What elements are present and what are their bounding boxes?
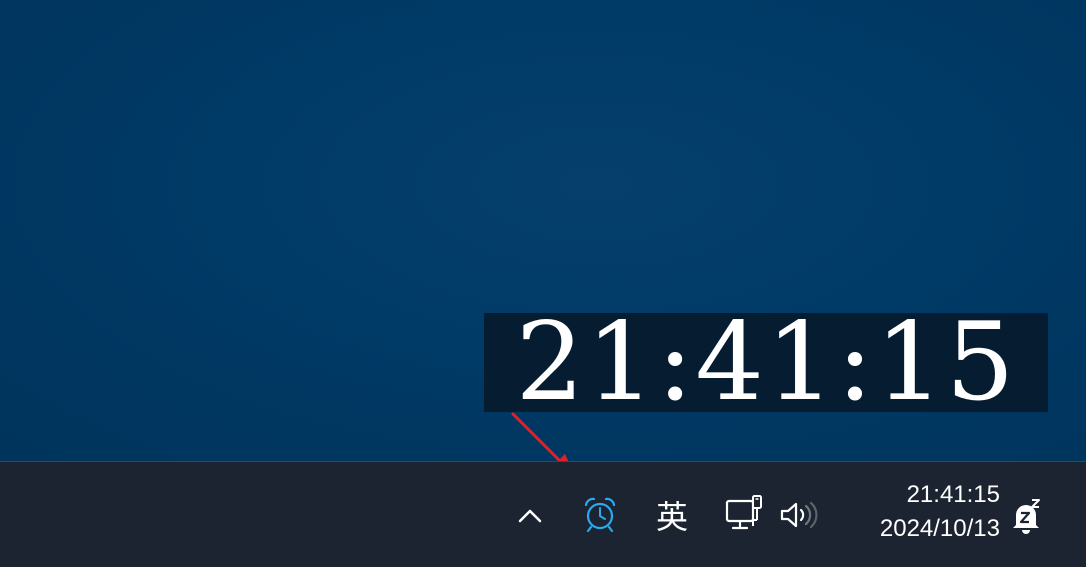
bell-snooze-icon (1013, 499, 1040, 534)
ime-mode-indicator[interactable]: 英 (648, 494, 696, 536)
large-clock-overlay: 21:41:15 (484, 313, 1048, 412)
speaker-icon (780, 501, 818, 529)
taskbar-clock[interactable]: 21:41:15 2024/10/13 (840, 478, 1000, 546)
large-clock-time: 21:41:15 (515, 313, 1017, 412)
notification-center-button[interactable] (1006, 496, 1046, 536)
chevron-up-icon (518, 509, 542, 523)
taskbar-time: 21:41:15 (906, 481, 1000, 508)
network-button[interactable] (722, 493, 770, 535)
alarm-clock-icon (584, 497, 616, 533)
taskbar: 英 21:41:15 2024/10/13 (0, 461, 1086, 567)
ime-mode-label: 英 (655, 498, 688, 536)
show-hidden-icons-button[interactable] (512, 498, 548, 534)
network-wired-icon (725, 495, 762, 530)
alarm-clock-button[interactable] (580, 495, 620, 535)
volume-button[interactable] (776, 496, 820, 534)
taskbar-date: 2024/10/13 (879, 515, 1000, 542)
